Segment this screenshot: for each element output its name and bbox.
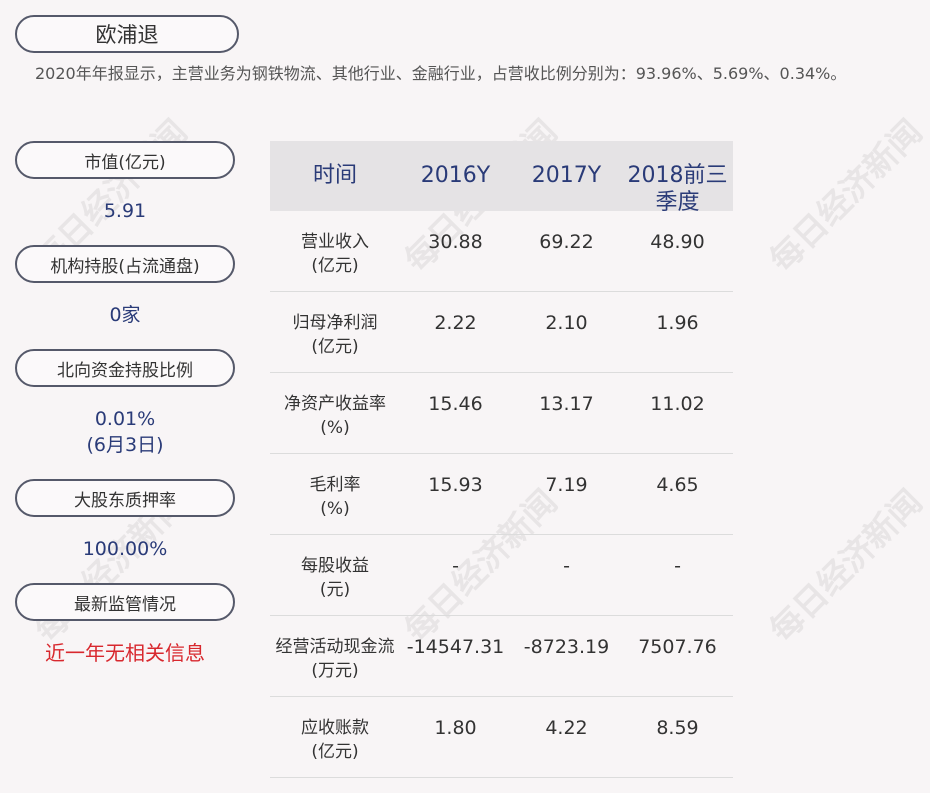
table-cell: 8.59 xyxy=(656,717,699,739)
pledge-value: 100.00% xyxy=(82,538,168,560)
table-cell: 7.19 xyxy=(545,474,588,496)
table-cell: 1.96 xyxy=(656,312,699,334)
table-row: 每股收益 (元) - - - xyxy=(270,535,733,616)
table-cell: 15.93 xyxy=(428,474,483,496)
table-row: 经营活动现金流 (万元) -14547.31 -8723.19 7507.76 xyxy=(270,616,733,697)
table-cell: -14547.31 xyxy=(406,636,505,658)
table-cell: 1.80 xyxy=(434,717,477,739)
business-summary: 2020年年报显示，主营业务为钢铁物流、其他行业、金融行业，占营收比例分别为：9… xyxy=(35,64,847,83)
market-cap-label: 市值(亿元) xyxy=(15,141,235,179)
row-label: 净资产收益率 (%) xyxy=(284,394,386,438)
header-cell: 2016Y xyxy=(420,163,491,188)
table-header: 时间 2016Y 2017Y 2018前三季度 xyxy=(270,141,733,215)
table-cell: - xyxy=(452,555,459,577)
company-title: 欧浦退 xyxy=(15,15,239,53)
table-row: 归母净利润 (亿元) 2.22 2.10 1.96 xyxy=(270,292,733,373)
table-cell: 11.02 xyxy=(650,393,705,415)
institution-value: 0家 xyxy=(109,304,141,326)
table-row: 应收账款 (亿元) 1.80 4.22 8.59 xyxy=(270,697,733,778)
market-cap-value: 5.91 xyxy=(103,200,147,222)
row-label: 毛利率 (%) xyxy=(309,475,361,519)
table-cell: 2.22 xyxy=(434,312,477,334)
table-cell: 4.22 xyxy=(545,717,588,739)
table-cell: 7507.76 xyxy=(638,636,717,658)
header-cell: 2017Y xyxy=(531,163,602,188)
table-cell: - xyxy=(674,555,681,577)
table-cell: 4.65 xyxy=(656,474,699,496)
row-label: 经营活动现金流 (万元) xyxy=(275,637,395,681)
table-cell: 2.10 xyxy=(545,312,588,334)
table-cell: 15.46 xyxy=(428,393,483,415)
regulation-value: 近一年无相关信息 xyxy=(45,641,205,665)
table-cell: -8723.19 xyxy=(523,636,610,658)
institution-label: 机构持股(占流通盘) xyxy=(15,245,235,283)
watermark: 每日经济新闻 xyxy=(761,481,930,650)
row-label: 归母净利润 (亿元) xyxy=(292,313,378,357)
table-cell: 13.17 xyxy=(539,393,594,415)
northbound-label: 北向资金持股比例 xyxy=(15,349,235,387)
row-label: 应收账款 (亿元) xyxy=(301,718,369,762)
watermark: 每日经济新闻 xyxy=(761,111,930,280)
regulation-label: 最新监管情况 xyxy=(15,583,235,621)
row-label: 营业收入 (亿元) xyxy=(301,232,369,276)
table-cell: 69.22 xyxy=(539,231,594,253)
northbound-date: (6月3日) xyxy=(86,434,164,456)
northbound-value: 0.01% xyxy=(94,408,156,430)
table-row: 净资产收益率 (%) 15.46 13.17 11.02 xyxy=(270,373,733,454)
header-cell: 时间 xyxy=(312,163,357,188)
row-label: 每股收益 (元) xyxy=(301,556,369,600)
table-cell: 30.88 xyxy=(428,231,483,253)
pledge-label: 大股东质押率 xyxy=(15,479,235,517)
table-row: 毛利率 (%) 15.93 7.19 4.65 xyxy=(270,454,733,535)
header-cell: 2018前三季度 xyxy=(627,163,728,215)
table-cell: - xyxy=(563,555,570,577)
table-row: 营业收入 (亿元) 30.88 69.22 48.90 xyxy=(270,211,733,292)
financial-table: 时间 2016Y 2017Y 2018前三季度 营业收入 (亿元) 30.88 6… xyxy=(270,141,733,778)
table-cell: 48.90 xyxy=(650,231,705,253)
